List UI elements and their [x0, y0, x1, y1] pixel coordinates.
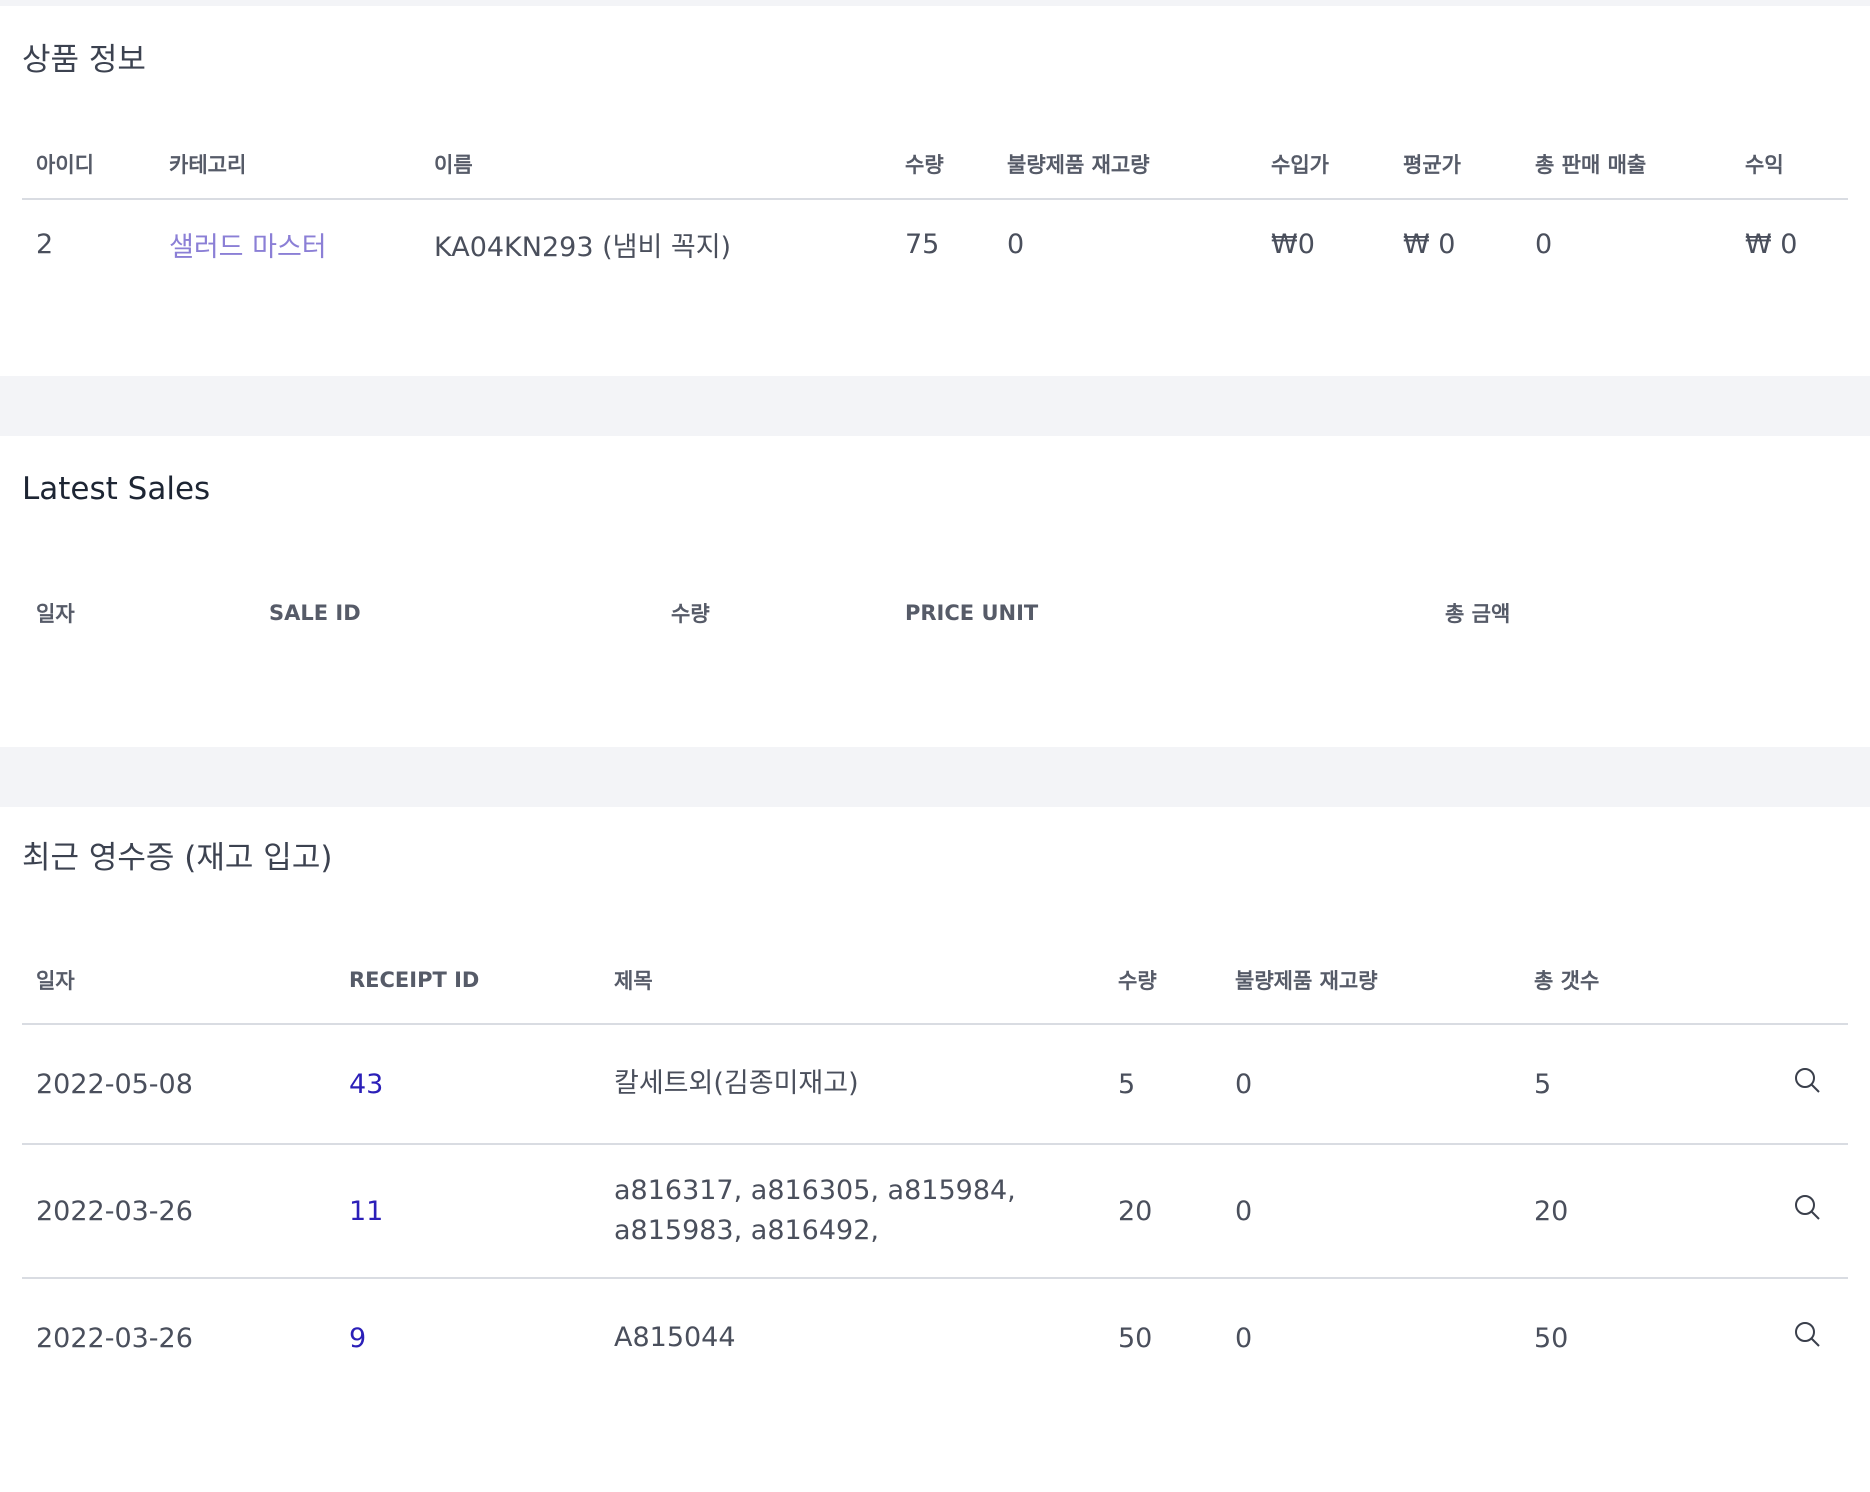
receipt-id-link[interactable]: 11	[349, 1196, 383, 1227]
receipt-total-count: 5	[1534, 1068, 1552, 1100]
table-header-row: 일자 RECEIPT ID 제목 수량 불량제품 재고량 총 갯수	[22, 936, 1848, 1025]
column-header-quantity: 수량	[891, 130, 993, 200]
table-row: 2022-03-26 11 a816317, a816305, a815984,…	[22, 1144, 1848, 1278]
receipt-defective-stock: 0	[1235, 1323, 1253, 1354]
receipt-title-line: a816317, a816305, a815984,	[614, 1174, 1016, 1206]
receipt-title-line: a815983, a816492,	[614, 1215, 879, 1246]
column-header-price-unit: PRICE UNIT	[905, 601, 1039, 625]
section-spacer	[0, 747, 1870, 807]
receipt-title-line: A815044	[614, 1322, 736, 1354]
table-row: 2 샐러드 마스터 KA04KN293 (냄비 꼭지) 75 0 ₩0 ₩ 0 …	[22, 199, 1848, 289]
column-header-receipt-id: RECEIPT ID	[335, 936, 600, 1025]
receipt-date: 2022-05-08	[36, 1068, 193, 1100]
column-header-total-amount: 총 금액	[1445, 602, 1511, 626]
receipt-total-count: 50	[1534, 1323, 1569, 1354]
column-header-id: 아이디	[22, 130, 155, 200]
receipt-title: 칼세트외(김종미재고)	[600, 1024, 1104, 1144]
magnifier-icon[interactable]	[1793, 1193, 1823, 1223]
latest-sales-title: Latest Sales	[22, 471, 211, 507]
product-info-title: 상품 정보	[22, 42, 146, 78]
table-row: 2022-03-26 9 A815044 50 0 50	[22, 1278, 1848, 1398]
column-header-quantity: 수량	[1104, 936, 1221, 1025]
latest-sales-panel: Latest Sales 일자 SALE ID 수량 PRICE UNIT 총 …	[0, 436, 1870, 747]
receipt-title-line: 칼세트외(김종미재고)	[614, 1067, 859, 1099]
column-header-actions	[1768, 936, 1848, 1025]
receipt-defective-stock: 0	[1235, 1195, 1253, 1227]
receipt-date: 2022-03-26	[36, 1323, 193, 1354]
table-header-row: 아이디 카테고리 이름 수량 불량제품 재고량 수입가 평균가 총 판매 매출 …	[22, 130, 1848, 200]
product-info-panel: 상품 정보 아이디 카테고리 이름 수량 불량제품 재고량 수입가 평균가 총 …	[0, 6, 1870, 376]
column-header-title: 제목	[600, 936, 1104, 1025]
recent-receipts-title: 최근 영수증 (재고 입고)	[22, 840, 333, 876]
product-import-price: ₩0	[1271, 229, 1315, 260]
receipt-quantity: 20	[1118, 1195, 1153, 1227]
product-quantity: 75	[905, 229, 940, 260]
receipt-defective-stock: 0	[1235, 1068, 1253, 1100]
column-header-defective-stock: 불량제품 재고량	[993, 130, 1257, 200]
column-header-profit: 수익	[1731, 130, 1848, 200]
product-name: KA04KN293 (냄비 꼭지)	[434, 232, 732, 263]
table-row: 2022-05-08 43 칼세트외(김종미재고) 5 0 5	[22, 1024, 1848, 1144]
product-average-price: ₩ 0	[1403, 229, 1456, 260]
column-header-category: 카테고리	[155, 130, 420, 200]
column-header-total-count: 총 갯수	[1520, 936, 1768, 1025]
product-total-sales: 0	[1535, 229, 1553, 260]
latest-sales-table: 일자 SALE ID 수량 PRICE UNIT 총 금액	[22, 563, 1848, 663]
column-header-total-sales: 총 판매 매출	[1521, 130, 1731, 200]
product-id: 2	[36, 229, 54, 260]
receipt-date: 2022-03-26	[36, 1195, 193, 1227]
column-header-date: 일자	[36, 602, 75, 626]
receipt-total-count: 20	[1534, 1195, 1569, 1227]
product-info-table: 아이디 카테고리 이름 수량 불량제품 재고량 수입가 평균가 총 판매 매출 …	[22, 130, 1848, 289]
receipt-title: a816317, a816305, a815984, a815983, a816…	[600, 1144, 1104, 1278]
column-header-date: 일자	[22, 936, 335, 1025]
column-header-name: 이름	[420, 130, 891, 200]
column-header-defective-stock: 불량제품 재고량	[1221, 936, 1520, 1025]
recent-receipts-panel: 최근 영수증 (재고 입고) 일자 RECEIPT ID 제목 수량 불량제품 …	[0, 807, 1870, 1492]
column-header-average-price: 평균가	[1389, 130, 1521, 200]
product-defective-stock: 0	[1007, 229, 1025, 260]
magnifier-icon[interactable]	[1793, 1066, 1823, 1096]
column-header-quantity: 수량	[671, 602, 710, 626]
receipt-quantity: 5	[1118, 1068, 1136, 1100]
receipt-id-link[interactable]: 9	[349, 1323, 366, 1354]
receipt-id-link[interactable]: 43	[349, 1069, 383, 1100]
table-header-row: 일자 SALE ID 수량 PRICE UNIT 총 금액	[22, 563, 1848, 663]
receipt-title: A815044	[600, 1278, 1104, 1398]
column-header-sale-id: SALE ID	[269, 601, 361, 625]
magnifier-icon[interactable]	[1793, 1320, 1823, 1350]
product-profit: ₩ 0	[1745, 229, 1798, 260]
recent-receipts-table: 일자 RECEIPT ID 제목 수량 불량제품 재고량 총 갯수 2022-0…	[22, 936, 1848, 1398]
category-link[interactable]: 샐러드 마스터	[169, 232, 327, 263]
receipt-quantity: 50	[1118, 1323, 1153, 1354]
column-header-import-price: 수입가	[1257, 130, 1389, 200]
section-spacer	[0, 376, 1870, 436]
